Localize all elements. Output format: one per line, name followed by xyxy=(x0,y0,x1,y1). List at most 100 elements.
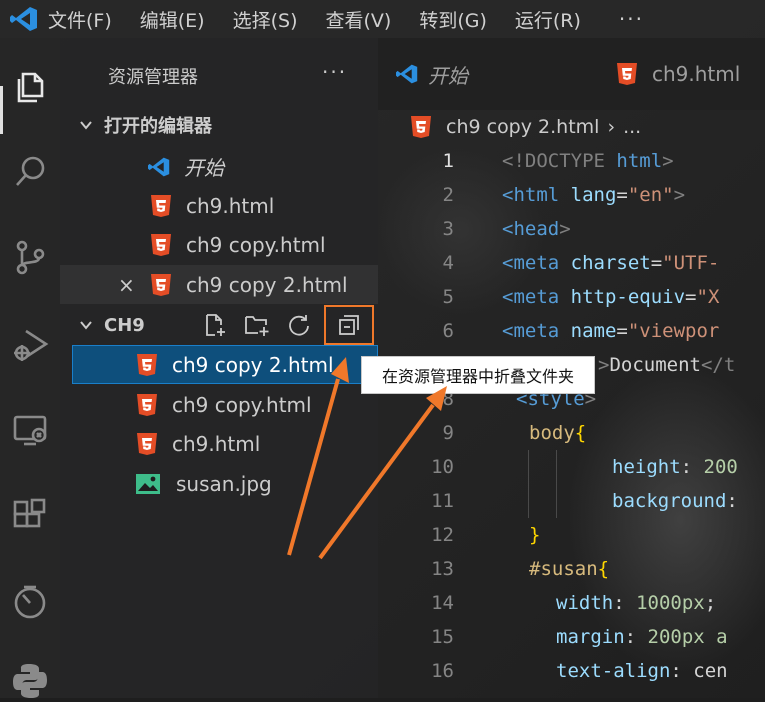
line-number: 16 xyxy=(431,660,454,682)
code-token: "X xyxy=(696,286,720,308)
code-token: height xyxy=(612,456,681,478)
python-icon[interactable] xyxy=(8,658,52,702)
new-folder-icon[interactable] xyxy=(242,310,272,340)
code-editor[interactable]: 1 2 3 4 5 6 7 8 9 10 11 12 13 14 15 16 <… xyxy=(378,144,765,698)
code-token: body xyxy=(529,422,575,444)
tab-ch9-html[interactable]: ch9.html xyxy=(616,38,740,110)
code-token: 200px a xyxy=(647,626,728,648)
file-label: ch9 copy 2.html xyxy=(172,352,334,377)
breadcrumb-file[interactable]: ch9 copy 2.html xyxy=(446,116,599,138)
collapse-folders-button[interactable] xyxy=(324,305,374,345)
line-number: 6 xyxy=(442,320,454,342)
code-line: height: 200 xyxy=(612,456,738,478)
line-number: 13 xyxy=(431,558,454,580)
code-token: "en" xyxy=(627,184,674,206)
chevron-down-icon xyxy=(74,118,98,132)
code-token: = xyxy=(616,320,628,342)
line-number: 12 xyxy=(431,524,454,546)
code-token: : xyxy=(680,456,704,478)
source-control-icon[interactable] xyxy=(8,235,52,279)
code-token: > xyxy=(662,150,674,172)
run-debug-icon[interactable] xyxy=(8,323,52,367)
open-editor-item-active[interactable]: × ch9 copy 2.html xyxy=(60,265,378,304)
code-line: background: xyxy=(612,490,738,512)
search-icon[interactable] xyxy=(8,150,52,194)
code-line: <meta http-equiv="X xyxy=(502,286,719,308)
code-token: } xyxy=(529,524,541,546)
code-token: <meta xyxy=(502,320,560,342)
indent-guide xyxy=(528,450,529,518)
open-editor-item[interactable]: ch9 copy.html xyxy=(60,225,378,264)
menu-edit[interactable]: 编辑(E) xyxy=(140,6,205,33)
html5-icon xyxy=(136,432,158,456)
file-item-selected[interactable]: ch9 copy 2.html xyxy=(72,345,378,384)
file-label: ch9.html xyxy=(172,431,261,456)
code-token: <meta xyxy=(502,252,560,274)
code-token: ; xyxy=(704,592,717,614)
html5-icon xyxy=(410,115,432,139)
code-token: <!DOCTYPE xyxy=(502,150,605,172)
code-token: background xyxy=(612,490,727,512)
code-token: : xyxy=(726,490,738,512)
breadcrumb-separator: › xyxy=(607,116,616,138)
html5-icon xyxy=(150,233,172,257)
tab-label: ch9.html xyxy=(652,62,741,86)
line-number: 2 xyxy=(442,184,454,206)
menu-run[interactable]: 运行(R) xyxy=(515,6,581,33)
code-line: text-align: cen xyxy=(556,660,728,682)
html5-icon xyxy=(150,194,172,218)
extensions-icon[interactable] xyxy=(8,494,52,538)
explorer-icon[interactable] xyxy=(8,64,52,108)
html5-icon xyxy=(616,62,638,86)
open-editors-header[interactable]: 打开的编辑器 xyxy=(60,108,378,142)
code-line: margin: 200px a xyxy=(556,626,728,648)
code-token: margin xyxy=(556,626,625,648)
remote-explorer-icon[interactable] xyxy=(8,408,52,452)
html5-icon xyxy=(150,273,172,297)
line-number: 4 xyxy=(442,252,454,274)
menu-more-button[interactable]: ··· xyxy=(619,7,644,31)
open-editor-item[interactable]: 开始 xyxy=(60,147,378,186)
code-token: = xyxy=(685,286,697,308)
open-editor-item[interactable]: ch9.html xyxy=(60,186,378,225)
close-icon[interactable]: × xyxy=(118,273,135,297)
code-token: 200 xyxy=(703,456,738,478)
code-token: cen xyxy=(693,660,728,682)
breadcrumb-rest[interactable]: ... xyxy=(623,116,641,138)
editor-tabs: 开始 ch9.html xyxy=(378,38,765,110)
new-file-icon[interactable] xyxy=(200,310,230,340)
menu-selection[interactable]: 选择(S) xyxy=(233,6,298,33)
file-item[interactable]: susan.jpg xyxy=(60,464,378,503)
code-line: body{ xyxy=(529,422,586,444)
chevron-down-icon xyxy=(74,318,98,332)
code-line: <html lang="en"> xyxy=(502,184,685,206)
tab-welcome[interactable]: 开始 xyxy=(396,38,468,110)
menu-file[interactable]: 文件(F) xyxy=(48,6,112,33)
timeline-icon[interactable] xyxy=(8,580,52,624)
code-token: : xyxy=(670,660,694,682)
code-token: > xyxy=(598,354,610,376)
code-token: name xyxy=(559,320,617,342)
menu-goto[interactable]: 转到(G) xyxy=(419,6,487,33)
code-line: #susan{ xyxy=(529,558,609,580)
folder-toolbar xyxy=(200,308,326,342)
code-line: width: 1000px; xyxy=(556,592,716,614)
file-item[interactable]: ch9 copy.html xyxy=(60,385,378,424)
sidebar-more-button[interactable]: ··· xyxy=(322,60,347,84)
refresh-icon[interactable] xyxy=(284,310,314,340)
file-label: ch9 copy.html xyxy=(172,392,312,417)
code-line: <!DOCTYPE html> xyxy=(502,150,674,172)
file-item[interactable]: ch9.html xyxy=(60,424,378,463)
code-token: <html xyxy=(502,184,560,206)
code-token: #susan xyxy=(529,558,598,580)
vscode-icon xyxy=(148,155,170,179)
breadcrumb: ch9 copy 2.html › ... xyxy=(378,110,765,144)
code-token: text-align xyxy=(556,660,671,682)
line-number: 15 xyxy=(431,626,454,648)
code-line: } xyxy=(529,524,540,546)
code-token: > xyxy=(559,218,571,240)
code-line: <meta name="viewpor xyxy=(502,320,719,342)
menu-view[interactable]: 查看(V) xyxy=(326,6,392,33)
line-number: 3 xyxy=(442,218,454,240)
code-token: Document xyxy=(609,354,701,376)
